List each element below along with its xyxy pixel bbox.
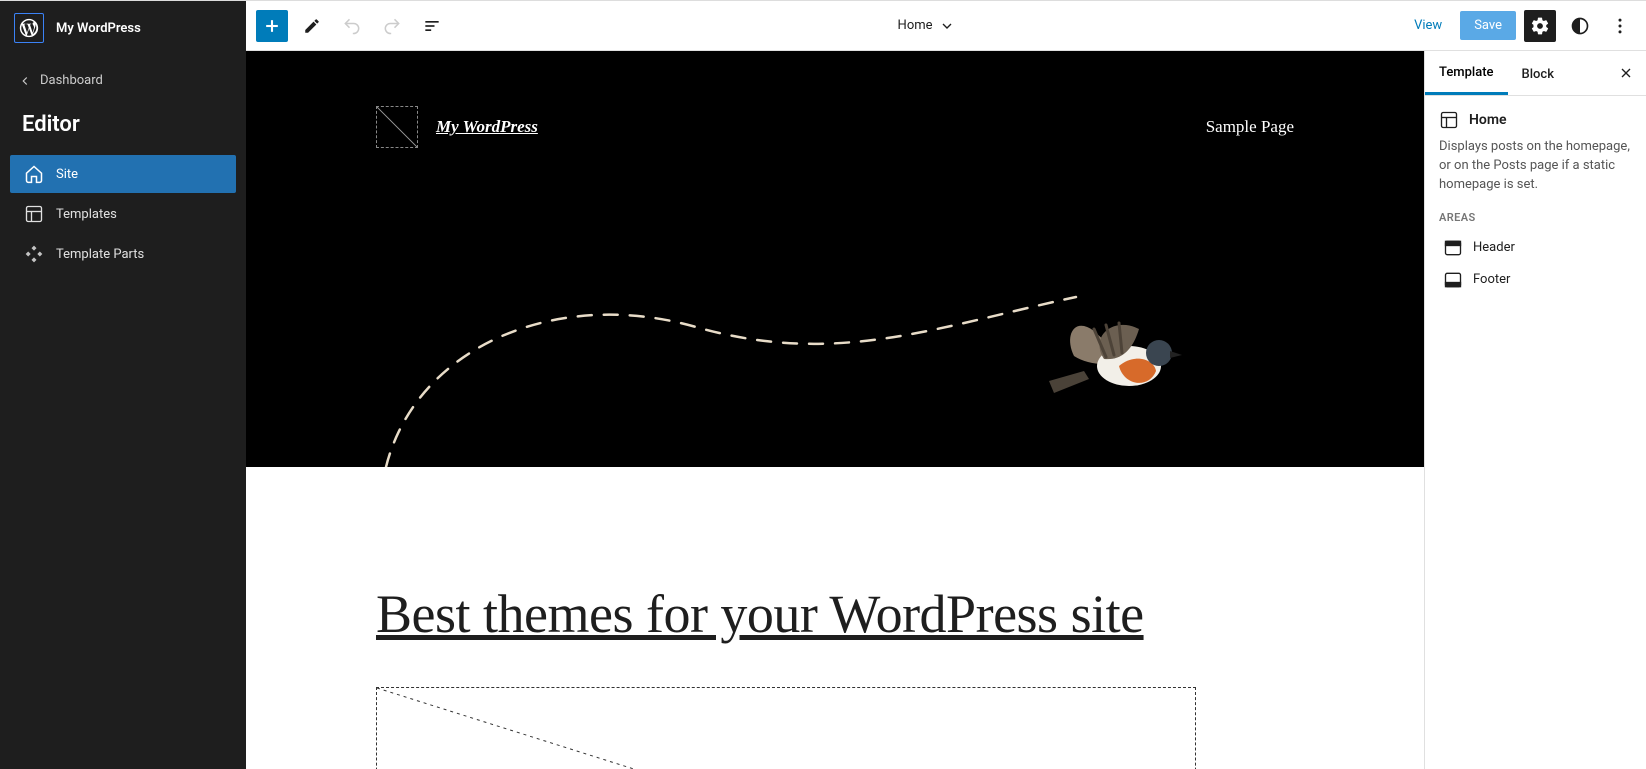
tab-template[interactable]: Template <box>1425 51 1508 95</box>
settings-button[interactable] <box>1524 10 1556 42</box>
area-label: Header <box>1473 240 1515 255</box>
redo-button[interactable] <box>376 10 408 42</box>
featured-image-placeholder[interactable] <box>376 687 1196 769</box>
nav-item-site[interactable]: Site <box>10 155 236 193</box>
nav-item-templates[interactable]: Templates <box>10 195 236 233</box>
admin-sidebar: My WordPress Dashboard Editor Site Templ… <box>0 1 246 769</box>
styles-button[interactable] <box>1564 10 1596 42</box>
plus-icon <box>262 16 282 36</box>
contrast-icon <box>1570 16 1590 36</box>
area-label: Footer <box>1473 272 1510 287</box>
layout-icon <box>24 204 44 224</box>
document-selector[interactable]: Home <box>898 18 955 34</box>
header-icon <box>1443 238 1463 258</box>
template-description: Displays posts on the homepage, or on th… <box>1439 138 1632 195</box>
editor-canvas[interactable]: My WordPress Sample Page <box>246 51 1424 769</box>
post-title[interactable]: Best themes for your WordPress site <box>376 583 1294 645</box>
hero-block[interactable]: My WordPress Sample Page <box>246 51 1424 467</box>
tab-block[interactable]: Block <box>1508 53 1568 94</box>
redo-icon <box>382 16 402 36</box>
more-options-button[interactable] <box>1604 10 1636 42</box>
edit-tool-button[interactable] <box>296 10 328 42</box>
more-vertical-icon <box>1610 16 1630 36</box>
gear-icon <box>1530 16 1550 36</box>
site-name[interactable]: My WordPress <box>56 21 141 36</box>
close-icon <box>1618 65 1634 81</box>
close-inspector-button[interactable] <box>1606 55 1646 91</box>
nav-item-label: Template Parts <box>56 247 144 262</box>
save-button[interactable]: Save <box>1460 11 1516 40</box>
block-inserter-button[interactable] <box>256 10 288 42</box>
nav-item-label: Site <box>56 167 78 182</box>
layout-icon <box>1439 110 1459 130</box>
post-block[interactable]: Best themes for your WordPress site <box>246 467 1424 769</box>
template-parts-icon <box>24 244 44 264</box>
undo-icon <box>342 16 362 36</box>
bird-illustration <box>1044 311 1184 411</box>
nav-item-label: Templates <box>56 207 117 222</box>
undo-button[interactable] <box>336 10 368 42</box>
view-button[interactable]: View <box>1404 12 1452 39</box>
document-title: Home <box>898 18 933 33</box>
site-title-block[interactable]: My WordPress <box>436 117 538 137</box>
template-name-row: Home <box>1439 110 1632 130</box>
site-logo-placeholder[interactable] <box>376 106 418 148</box>
areas-heading: AREAS <box>1439 211 1632 224</box>
list-view-button[interactable] <box>416 10 448 42</box>
settings-inspector: Template Block Home Displays posts on th… <box>1424 51 1646 769</box>
sidebar-header: My WordPress <box>0 1 246 55</box>
editor-nav: Site Templates Template Parts <box>0 155 246 273</box>
area-item-footer[interactable]: Footer <box>1439 264 1632 296</box>
back-to-dashboard-link[interactable]: Dashboard <box>0 55 246 98</box>
home-icon <box>24 164 44 184</box>
chevron-down-icon <box>939 18 955 34</box>
back-label: Dashboard <box>40 73 103 88</box>
inspector-tabs: Template Block <box>1425 51 1646 96</box>
nav-link-sample-page[interactable]: Sample Page <box>1206 117 1294 137</box>
nav-item-template-parts[interactable]: Template Parts <box>10 235 236 273</box>
area-item-header[interactable]: Header <box>1439 232 1632 264</box>
editor-topbar: Home View Save <box>246 1 1646 51</box>
editor-title: Editor <box>0 98 246 155</box>
list-view-icon <box>422 16 442 36</box>
main-area: Home View Save <box>246 1 1646 769</box>
template-name: Home <box>1469 112 1507 128</box>
wordpress-logo-icon[interactable] <box>14 13 44 43</box>
footer-icon <box>1443 270 1463 290</box>
pencil-icon <box>303 17 321 35</box>
